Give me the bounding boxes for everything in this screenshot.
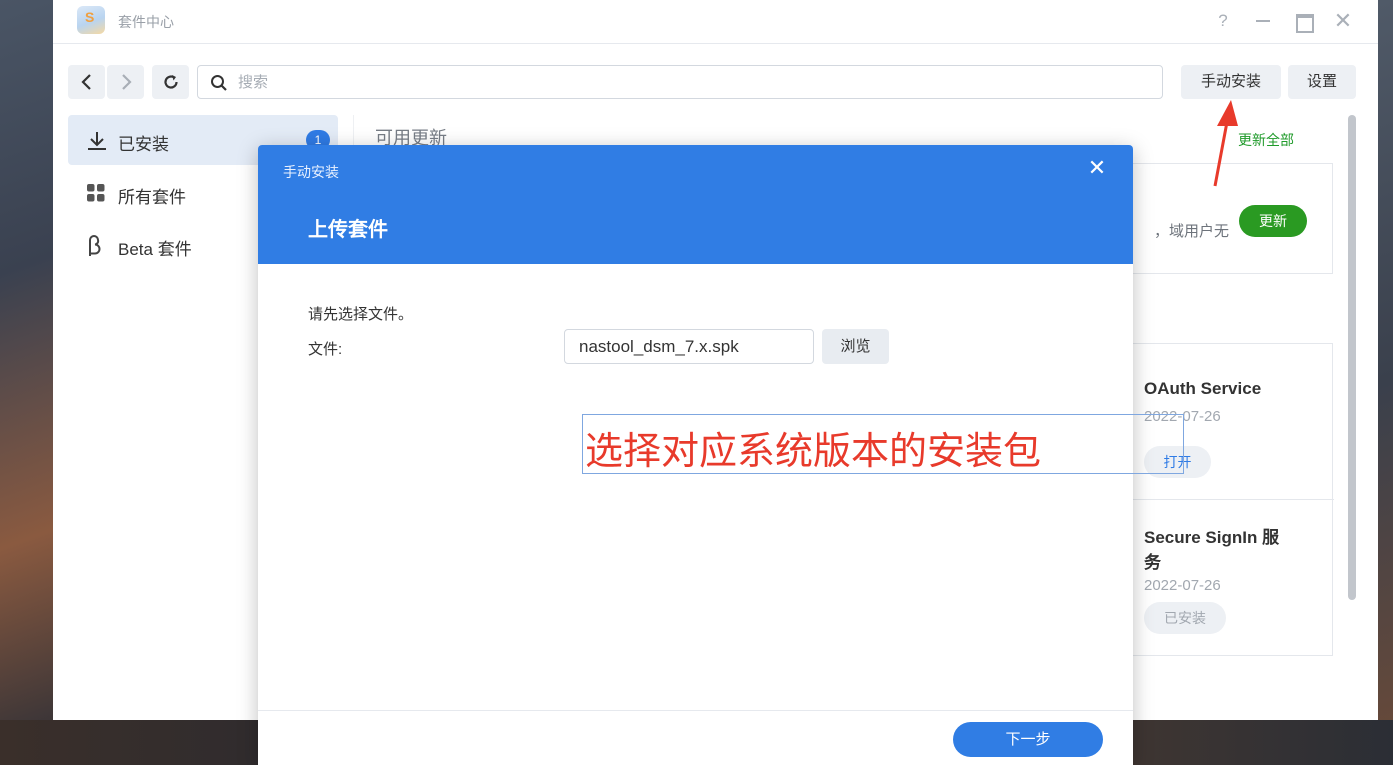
grid-icon [87,184,105,202]
chevron-left-icon [81,74,91,90]
update-all-link[interactable]: 更新全部 [1238,130,1294,150]
chevron-right-icon [122,74,132,90]
dialog-title: 手动安装 [283,164,339,180]
installed-status-button: 已安装 [1144,602,1226,634]
dialog-step-title: 上传套件 [308,219,388,241]
sidebar-item-label: Beta 套件 [118,240,192,259]
package-description: ，域用户无 [1154,223,1230,240]
back-button[interactable] [68,65,105,99]
file-path-field[interactable] [564,329,814,364]
file-field-label: 文件: [308,341,343,358]
refresh-button[interactable] [152,65,189,99]
dialog-header: 手动安装 ✕ 上传套件 [258,145,1133,264]
refresh-icon [164,75,178,89]
manual-install-button[interactable]: 手动安装 [1181,65,1281,99]
settings-button[interactable]: 设置 [1288,65,1356,99]
package-name: Secure SignIn 服 [1144,528,1280,547]
search-icon [211,75,227,91]
desktop-wallpaper-left [0,0,53,765]
window-title: 套件中心 [118,14,174,30]
search-box[interactable] [197,65,1163,99]
help-icon[interactable]: ? [1212,10,1234,32]
download-icon [88,132,106,150]
forward-button[interactable] [107,65,144,99]
next-button[interactable]: 下一步 [953,722,1103,757]
maximize-icon[interactable] [1292,10,1314,33]
close-window-icon[interactable]: ✕ [1332,10,1354,32]
minimize-icon[interactable] [1252,10,1274,32]
dialog-hint-text: 请先选择文件。 [308,306,414,323]
vertical-scrollbar[interactable] [1348,115,1356,600]
desktop-wallpaper-right [1377,0,1393,765]
window-titlebar: S 套件中心 ? ✕ [53,0,1378,44]
sidebar-item-label: 所有套件 [118,188,186,207]
close-icon[interactable]: ✕ [1086,157,1108,179]
beta-icon [89,235,101,256]
browse-button[interactable]: 浏览 [822,329,889,364]
annotation-arrow-icon [1213,100,1238,187]
annotation-text: 选择对应系统版本的安装包 [585,431,1042,473]
package-center-app-icon: S [77,6,105,34]
search-input[interactable] [238,66,1138,98]
package-date: 2022-07-26 [1144,577,1221,594]
list-divider [1129,499,1334,500]
sidebar-item-label: 已安装 [118,135,169,154]
dialog-footer-divider [258,710,1133,711]
package-name-continued: 务 [1144,553,1161,572]
installed-packages-list: OAuth Service 2022-07-26 打开 Secure SignI… [1128,343,1334,656]
update-button[interactable]: 更新 [1239,205,1307,237]
package-name: OAuth Service [1144,379,1262,398]
